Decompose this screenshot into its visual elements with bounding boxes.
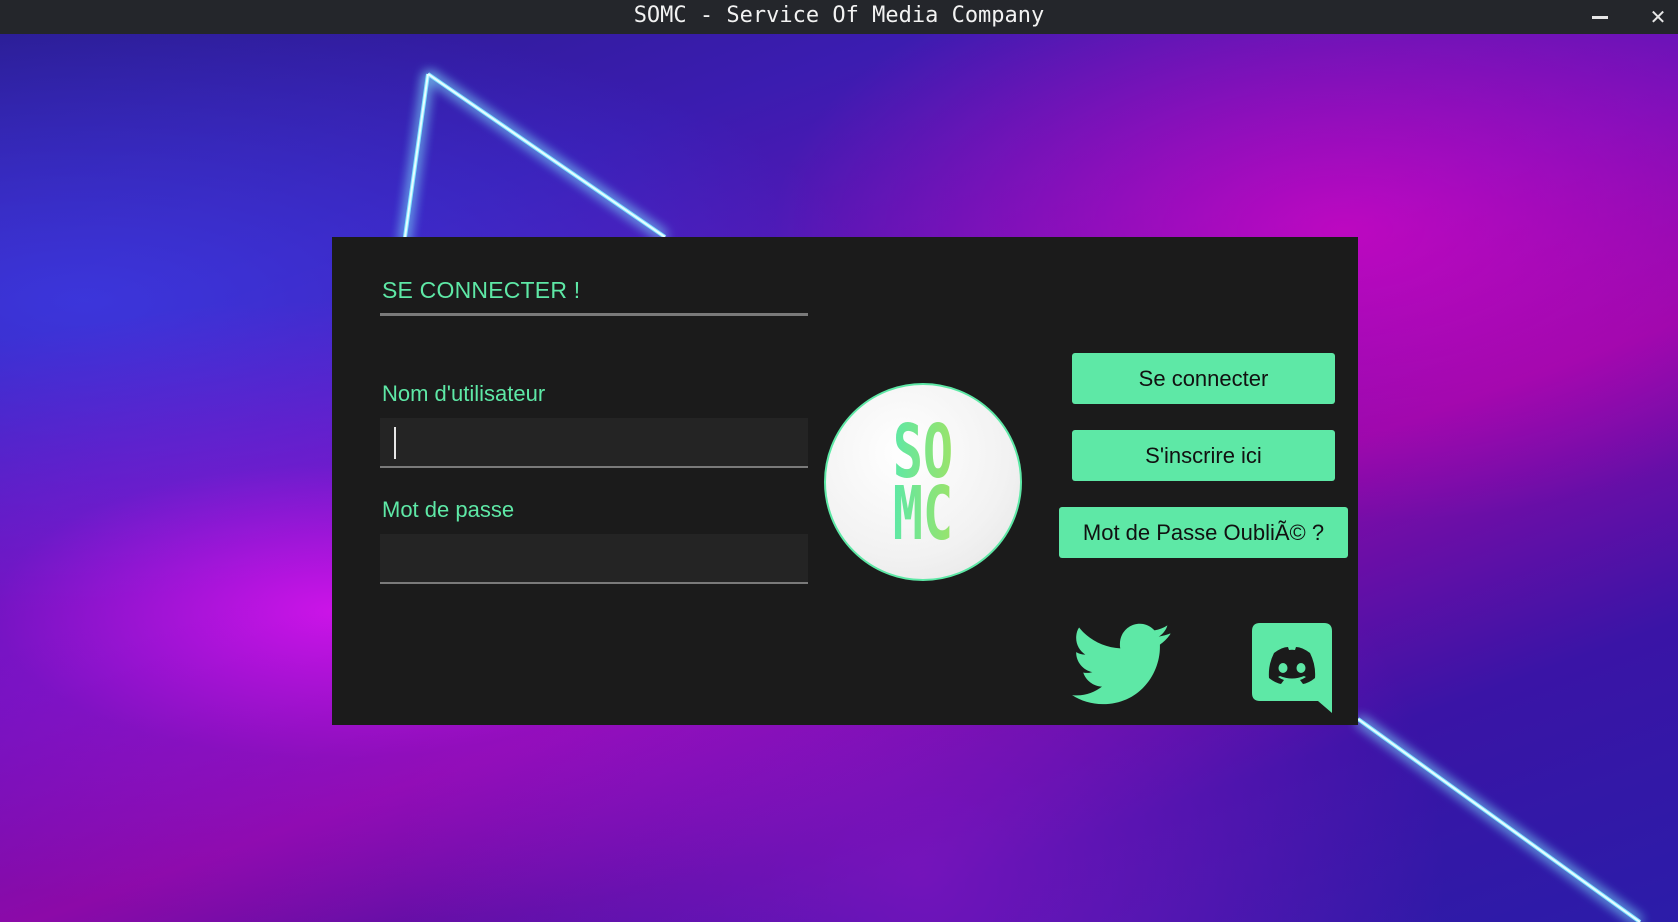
heading-underline <box>380 313 808 316</box>
forgot-password-button[interactable]: Mot de Passe OubliÃ© ? <box>1059 507 1348 558</box>
password-input[interactable] <box>380 534 808 584</box>
close-button[interactable]: ✕ <box>1634 0 1678 34</box>
twitter-icon <box>1072 623 1171 705</box>
discord-icon <box>1252 623 1332 713</box>
username-label: Nom d'utilisateur <box>382 381 546 406</box>
logo-text-line2: MC <box>893 471 953 556</box>
login-heading: SE CONNECTER ! <box>382 277 581 303</box>
minimize-button[interactable] <box>1576 0 1624 34</box>
logo-graphic: SO MC <box>893 409 953 557</box>
register-button[interactable]: S'inscrire ici <box>1072 430 1335 481</box>
twitter-link[interactable] <box>1072 623 1172 707</box>
username-input[interactable] <box>380 418 808 468</box>
discord-link[interactable] <box>1250 623 1334 713</box>
somc-logo: SO MC <box>824 383 1022 581</box>
minimize-icon <box>1592 15 1608 19</box>
title-bar: SOMC - Service Of Media Company ✕ <box>0 0 1678 34</box>
login-panel: SE CONNECTER ! Nom d'utilisateur Mot de … <box>332 237 1358 725</box>
login-button[interactable]: Se connecter <box>1072 353 1335 404</box>
close-icon: ✕ <box>1649 5 1667 29</box>
password-label: Mot de passe <box>382 497 515 522</box>
text-caret <box>394 427 396 459</box>
window-title: SOMC - Service Of Media Company <box>633 3 1045 28</box>
